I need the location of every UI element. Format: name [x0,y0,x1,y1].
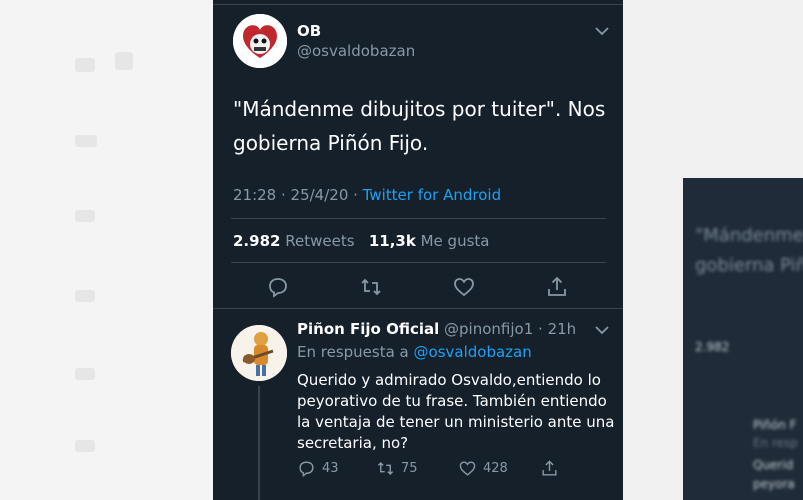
reply-chevron-down-icon[interactable] [595,325,609,335]
retweet-icon[interactable] [376,459,395,478]
reply-share-action[interactable] [540,459,559,478]
tweet-text-line-1: "Mándenme dibujitos por tuiter". Nos [233,97,606,121]
reply-context-mention[interactable]: @osvaldobazan [414,343,532,361]
reply-header: Piñon Fijo Oficial @pinonfijo1 · 21h [297,320,576,338]
reply-context-prefix: En respuesta a [297,343,409,361]
reply-author-handle[interactable]: @pinonfijo1 [444,320,533,338]
reply-context: En respuesta a @osvaldobazan [297,343,532,361]
reply-icon[interactable] [297,459,316,478]
stats-divider-bottom [231,262,606,263]
background-reply-name: Piñón F [753,418,797,432]
like-icon[interactable] [452,275,476,299]
tweet-text-line-2: gobierna Piñón Fijo. [233,131,429,155]
background-count: 2.982 [695,340,730,354]
reply-likes-action[interactable]: 428 [458,459,508,478]
background-text-1: "Mándenme [695,225,803,246]
reply-retweets-count: 75 [401,461,418,476]
reply-author-name[interactable]: Piñon Fijo Oficial [297,320,439,338]
reply-text: Querido y admirado Osvaldo,entiendo lo p… [297,371,615,452]
share-icon[interactable] [545,275,569,299]
share-icon[interactable] [540,459,559,478]
likes-label[interactable]: Me gusta [421,232,490,250]
reply-retweets-action[interactable]: 75 [376,459,418,478]
tweet-text: "Mándenme dibujitos por tuiter". Nos gob… [233,92,613,160]
likes-count[interactable]: 11,3k [369,232,416,250]
reply-likes-count: 428 [483,461,508,476]
retweets-label[interactable]: Retweets [285,232,354,250]
background-right-blur: "Mándenme gobierna Piñ 2.982 Piñón F En … [623,0,803,500]
author-avatar[interactable] [233,14,287,68]
reply-replies-action[interactable]: 43 [297,459,339,478]
chevron-down-icon[interactable] [595,26,609,36]
background-reply-text-2: peyora [753,477,795,491]
reply-icon[interactable] [266,275,290,299]
background-reply-prefix: En resp [753,436,798,450]
like-icon[interactable] [458,459,477,478]
background-reply-text-1: Querid [753,458,794,472]
reply-replies-count: 43 [322,461,339,476]
author-handle[interactable]: @osvaldobazan [297,42,415,60]
author-name[interactable]: OB [297,22,321,40]
retweet-icon[interactable] [359,275,383,299]
reply-author-avatar[interactable] [231,325,287,381]
background-text-2: gobierna Piñ [695,255,803,276]
background-left-blur [0,0,213,500]
retweets-count[interactable]: 2.982 [233,232,280,250]
top-divider [213,4,623,5]
thread-line [258,386,260,500]
tweet-source[interactable]: Twitter for Android [363,186,501,204]
tweet-stats: 2.982 Retweets 11,3k Me gusta [233,232,489,250]
tweet-timestamp[interactable]: 21:28 · 25/4/20 · [233,186,363,204]
tweet-panel: OB @osvaldobazan "Mándenme dibujitos por… [213,0,623,500]
tweet-meta: 21:28 · 25/4/20 · Twitter for Android [233,186,501,204]
stats-divider-top [231,218,606,219]
reply-divider [213,308,623,309]
reply-time[interactable]: · 21h [538,320,576,338]
